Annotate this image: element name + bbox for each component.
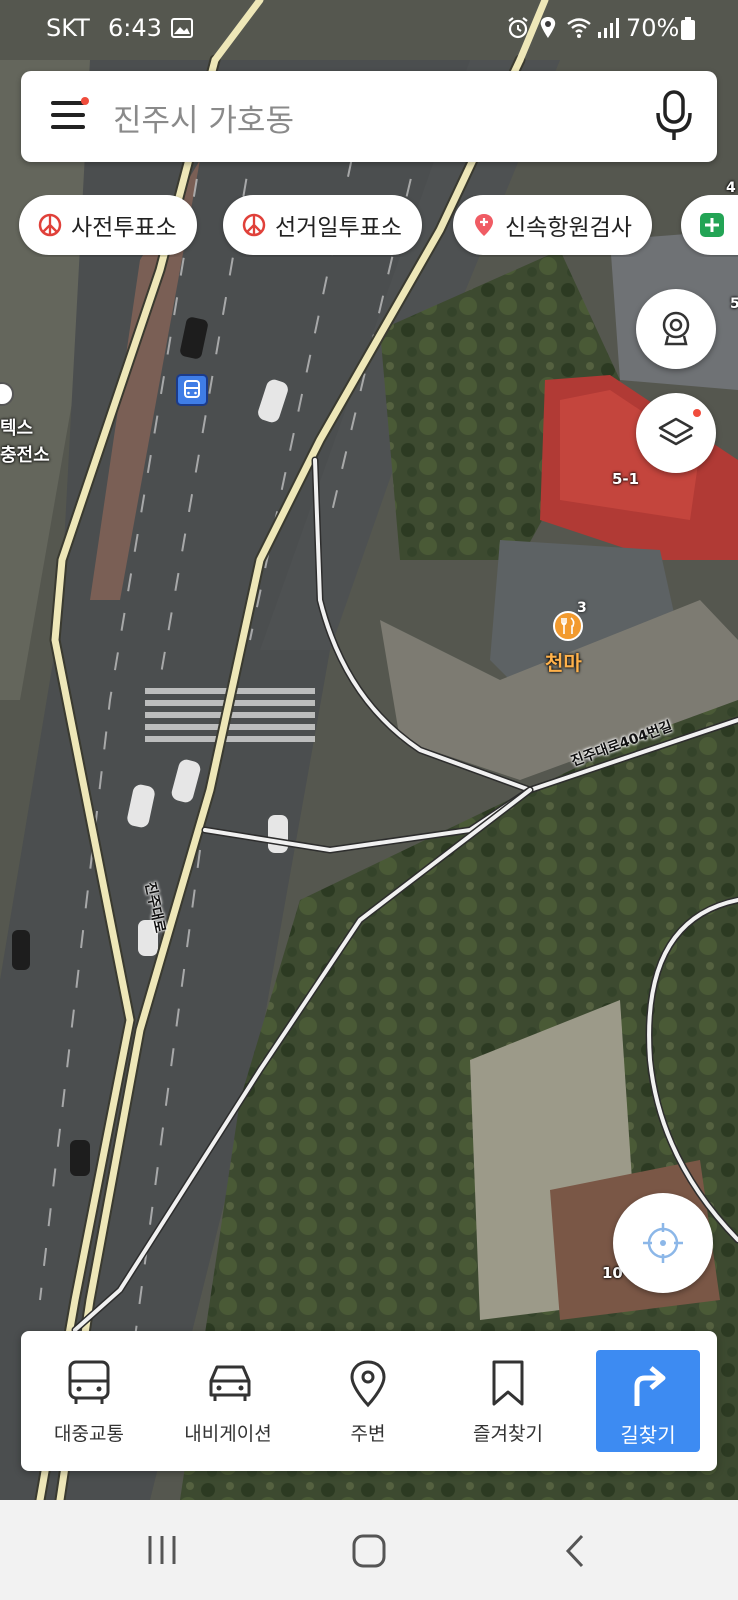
bus-icon [68, 1360, 110, 1404]
current-location-button[interactable] [613, 1193, 713, 1293]
car-icon [209, 1365, 251, 1401]
notification-dot [81, 97, 89, 105]
wifi-icon [567, 18, 591, 38]
image-icon [171, 18, 193, 38]
cctv-button[interactable] [636, 289, 716, 369]
chip-label: 선거일투표소 [275, 215, 402, 241]
directions-label: 길찾기 [620, 1423, 676, 1447]
vote-icon [242, 213, 266, 237]
battery-icon [681, 17, 695, 40]
voice-search-button[interactable] [651, 89, 697, 143]
bus-icon [184, 380, 200, 398]
nav-navigation[interactable]: 내비게이션 [163, 1331, 293, 1471]
crosshair-icon [643, 1223, 683, 1263]
back-icon[interactable] [564, 1534, 586, 1568]
nav-nearby[interactable]: 주변 [303, 1331, 433, 1471]
plus-icon [700, 213, 724, 237]
microphone-icon [656, 90, 692, 140]
carrier-label: SKT [46, 14, 90, 42]
chip-rapid-antigen-test[interactable]: 신속항원검사 [453, 195, 652, 255]
recent-apps-icon[interactable] [146, 1534, 178, 1566]
battery-percent: 70% [626, 14, 680, 42]
bookmark-icon [492, 1360, 524, 1406]
nav-label: 내비게이션 [184, 1423, 272, 1445]
chip-label: 신속항원검사 [505, 215, 632, 241]
clock: 6:43 [108, 14, 162, 42]
nav-favorites[interactable]: 즐겨찾기 [443, 1331, 573, 1471]
chip-label: 사전투표소 [71, 215, 177, 241]
place-label[interactable]: 충전소 [0, 441, 50, 467]
alarm-icon [508, 17, 528, 39]
bus-stop-marker[interactable] [176, 374, 208, 406]
chip-early-voting[interactable]: 사전투표소 [19, 195, 197, 255]
location-status-icon [540, 17, 556, 38]
quick-filter-chips: 사전투표소 선거일투표소 신속항원검사 [0, 195, 738, 257]
medical-pin-icon [475, 214, 493, 236]
vote-icon [38, 213, 62, 237]
notification-dot [693, 409, 701, 417]
camera-icon [662, 311, 690, 346]
signal-icon [598, 18, 619, 38]
location-pin-icon [350, 1360, 386, 1408]
status-bar: SKT 6:43 70% [0, 0, 738, 62]
nav-label: 즐겨찾기 [473, 1423, 543, 1445]
nav-label: 주변 [350, 1423, 386, 1445]
layers-icon [658, 417, 694, 446]
bottom-action-panel: 대중교통 내비게이션 주변 즐겨찾기 길찾기 [21, 1331, 717, 1471]
poi-name-label[interactable]: 천마 [545, 647, 582, 676]
restaurant-icon [561, 617, 575, 634]
search-input[interactable]: 진주시 가호동 [113, 95, 294, 140]
address-label: 5-1 [612, 470, 640, 488]
address-label: 4 [726, 180, 736, 196]
chip-election-day-voting[interactable]: 선거일투표소 [223, 195, 422, 255]
poi-count: 3 [577, 600, 587, 616]
home-icon[interactable] [352, 1534, 386, 1568]
search-bar[interactable]: 진주시 가호동 [21, 71, 717, 162]
place-label[interactable]: 텍스 [0, 414, 33, 440]
address-label: 5 [730, 296, 738, 312]
system-navigation-bar [0, 1500, 738, 1600]
directions-button[interactable]: 길찾기 [596, 1350, 700, 1452]
turn-right-arrow-icon [634, 1366, 666, 1406]
nav-label: 대중교통 [54, 1423, 124, 1445]
layers-button[interactable] [636, 393, 716, 473]
chip-more[interactable] [681, 195, 738, 255]
nav-public-transit[interactable]: 대중교통 [24, 1331, 154, 1471]
